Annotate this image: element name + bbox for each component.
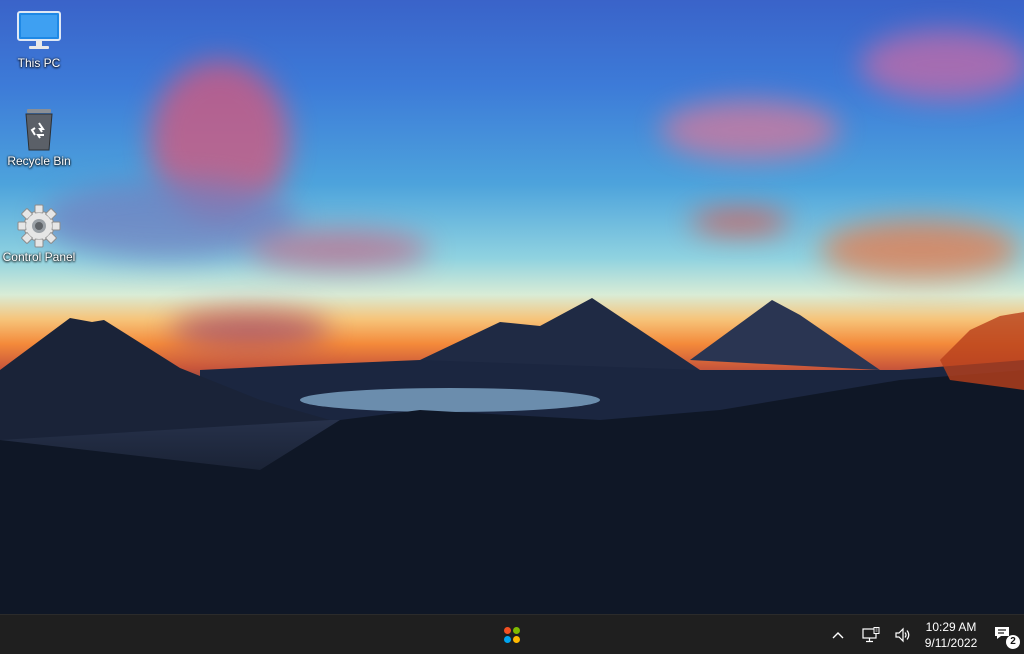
start-dot: [504, 636, 511, 643]
monitor-icon: [17, 11, 61, 49]
recycle-bin-icon: [25, 109, 53, 151]
desktop-icon-recycle-bin[interactable]: Recycle Bin: [1, 108, 77, 168]
chevron-up-icon: [832, 632, 844, 639]
clock[interactable]: 10:29 AM 9/11/2022: [918, 615, 984, 655]
desktop-wallpaper: This PC Recycle Bin Control Panel: [0, 0, 1024, 614]
network-button[interactable]: [858, 615, 884, 655]
clock-time: 10:29 AM: [925, 620, 977, 634]
desktop-icon-label: Control Panel: [2, 250, 76, 264]
show-hidden-icons-button[interactable]: [826, 615, 850, 655]
desktop-icon-label: Recycle Bin: [7, 154, 71, 168]
trees-right: [940, 312, 1024, 390]
start-dot: [513, 627, 520, 634]
desktop-icon-label: This PC: [17, 56, 61, 70]
desktop-icon-this-pc[interactable]: This PC: [1, 10, 77, 70]
start-dot: [504, 627, 511, 634]
volcano-right: [690, 300, 880, 370]
taskbar: 10:29 AM 9/11/2022 2: [0, 614, 1024, 654]
start-dots-icon: [504, 627, 520, 643]
lake: [300, 388, 600, 412]
notification-center-button[interactable]: 2: [988, 615, 1022, 655]
desktop-icon-control-panel[interactable]: Control Panel: [1, 204, 77, 264]
volume-button[interactable]: [890, 615, 916, 655]
gear-icon: [17, 204, 61, 248]
speaker-icon: [895, 627, 910, 643]
network-icon: [862, 627, 880, 643]
start-dot: [513, 636, 520, 643]
clock-date: 9/11/2022: [924, 636, 978, 650]
start-button[interactable]: [494, 615, 530, 655]
landscape: [0, 298, 1024, 614]
notification-count-badge: 2: [1006, 635, 1020, 649]
